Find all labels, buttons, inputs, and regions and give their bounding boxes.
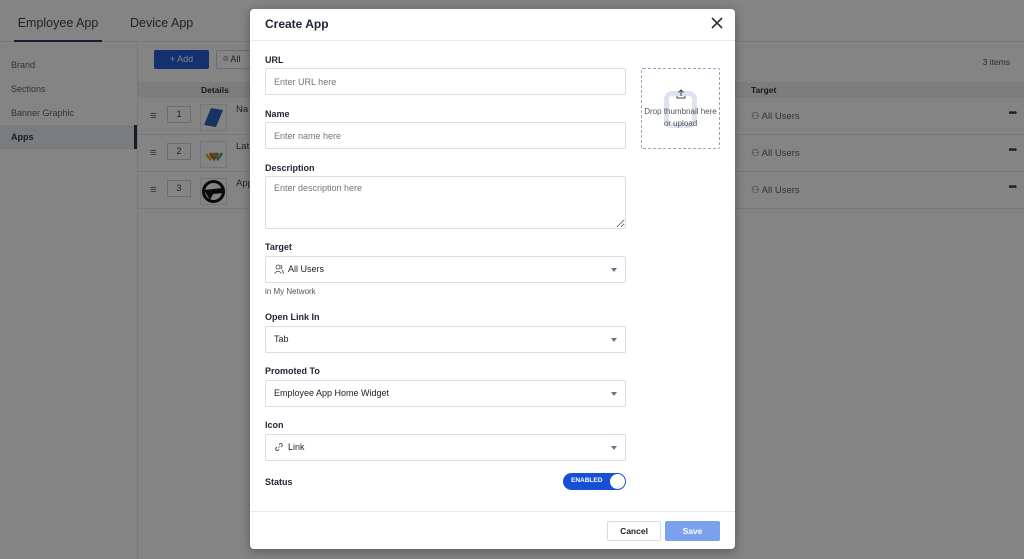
modal-footer: Cancel Save [250, 511, 735, 549]
chevron-down-icon [611, 446, 617, 450]
url-input[interactable] [265, 68, 626, 95]
chevron-down-icon [611, 268, 617, 272]
open-link-in-select[interactable]: Tab [265, 326, 626, 353]
chevron-down-icon [611, 338, 617, 342]
link-icon [275, 442, 283, 451]
description-label: Description [265, 163, 315, 173]
promoted-to-label: Promoted To [265, 366, 320, 376]
status-label: Status [265, 477, 293, 487]
name-label: Name [265, 109, 290, 119]
icon-select[interactable]: Link [265, 434, 626, 461]
target-select[interactable]: All Users [265, 256, 626, 283]
modal-title: Create App [265, 17, 329, 31]
modal-header: Create App [250, 9, 735, 41]
close-icon[interactable] [709, 15, 725, 31]
dropzone-text: Drop thumbnail here or upload [644, 107, 717, 128]
cancel-button[interactable]: Cancel [607, 521, 661, 541]
chevron-down-icon [611, 392, 617, 396]
status-toggle[interactable]: ENABLED [563, 473, 626, 490]
open-link-in-value: Tab [274, 334, 289, 344]
upload-icon [676, 89, 686, 99]
name-input[interactable] [265, 122, 626, 149]
icon-label: Icon [265, 420, 284, 430]
toggle-knob [610, 474, 625, 489]
open-link-in-label: Open Link In [265, 312, 320, 322]
create-app-modal: Create App URL Name Drop thumbnail here … [250, 9, 735, 549]
target-label: Target [265, 242, 292, 252]
promoted-to-select[interactable]: Employee App Home Widget [265, 380, 626, 407]
promoted-to-value: Employee App Home Widget [274, 388, 390, 398]
save-button[interactable]: Save [665, 521, 720, 541]
target-value: All Users [288, 264, 325, 274]
toggle-label: ENABLED [571, 477, 603, 484]
thumbnail-dropzone[interactable]: Drop thumbnail here or upload [641, 68, 720, 149]
url-label: URL [265, 55, 284, 65]
icon-value: Link [288, 442, 305, 452]
target-helper-text: in My Network [265, 287, 316, 296]
description-input[interactable] [265, 176, 626, 229]
users-icon [274, 264, 284, 274]
